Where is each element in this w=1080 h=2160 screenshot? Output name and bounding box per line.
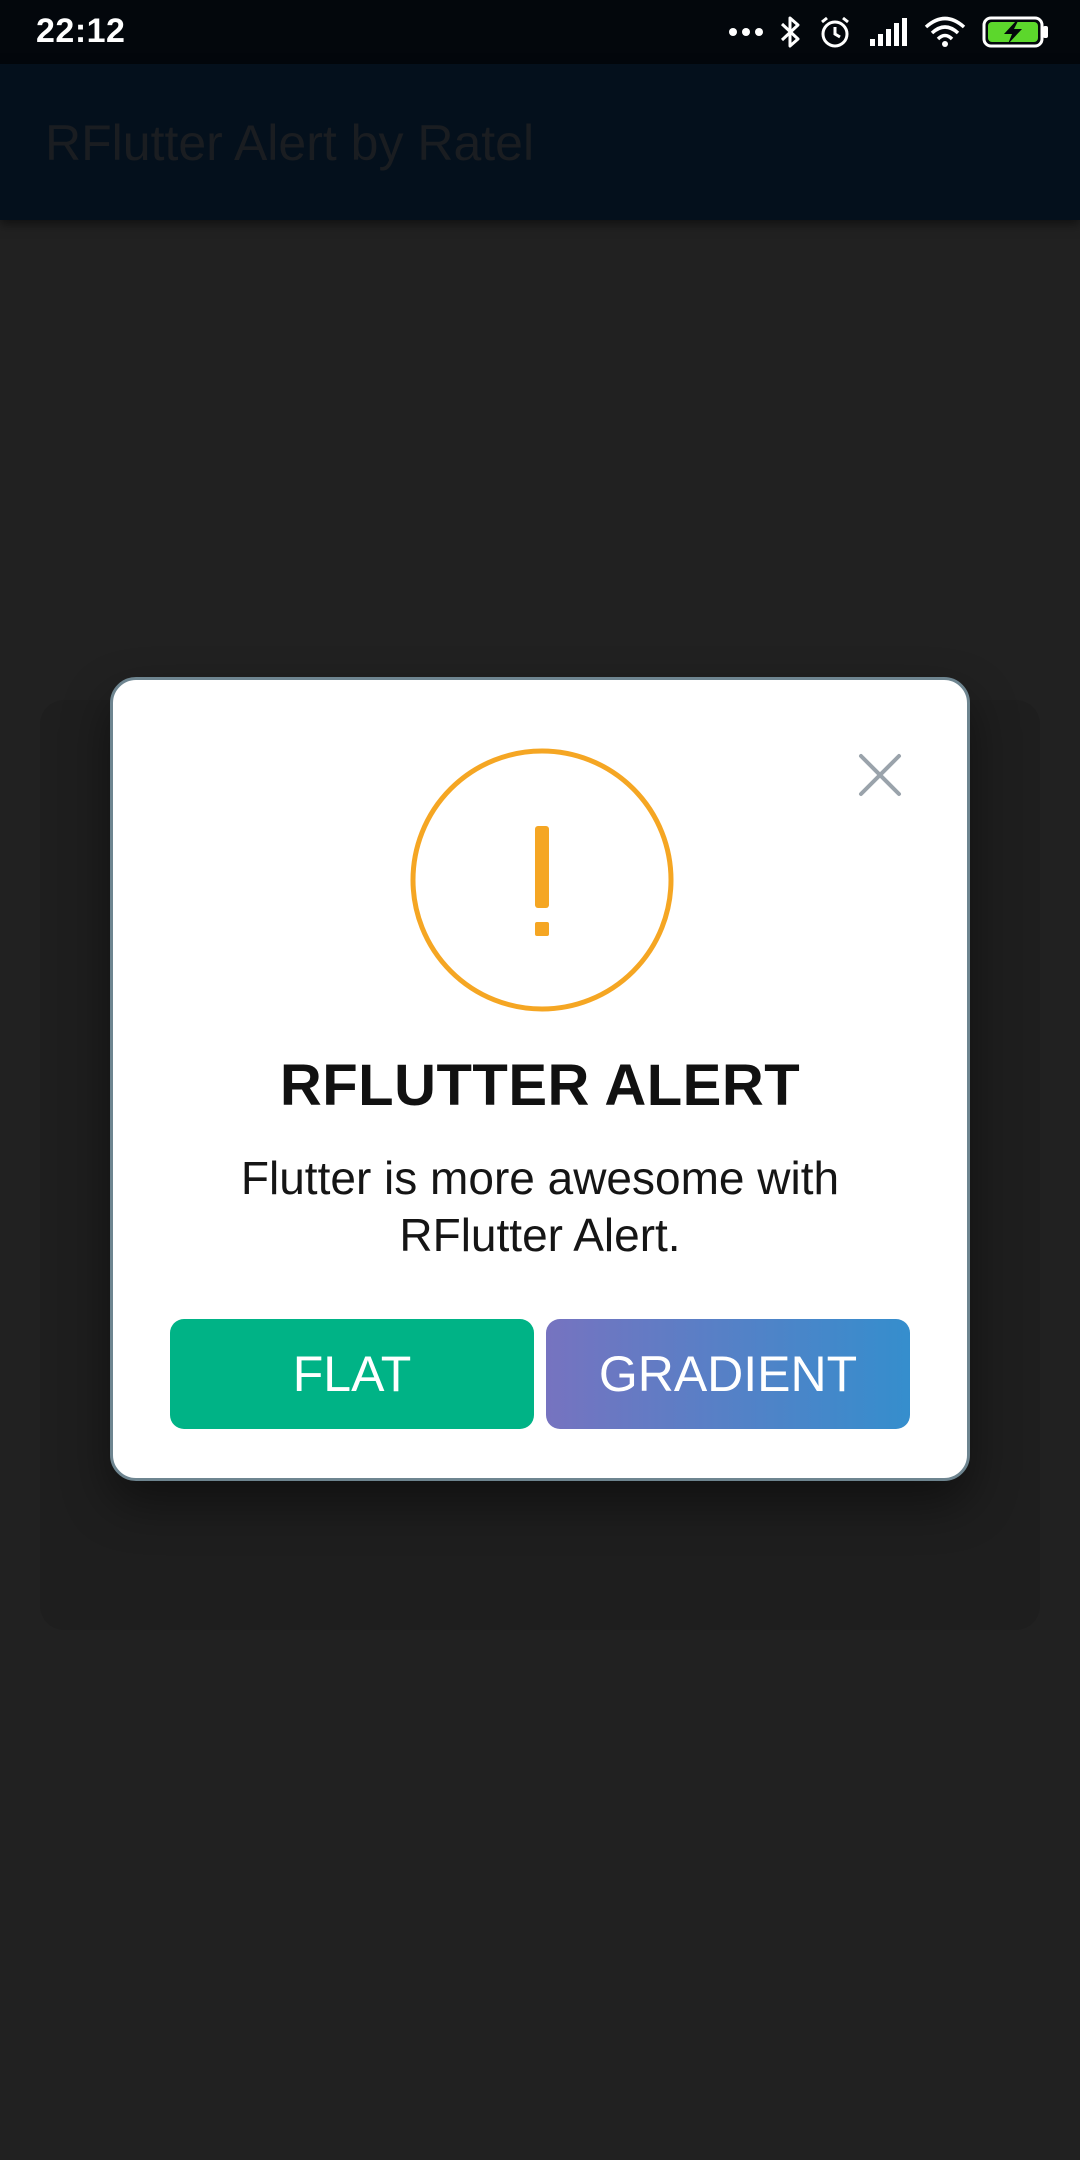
dialog-title: RFLUTTER ALERT [279,1053,801,1118]
app-title: RFlutter Alert by Ratel [45,115,535,171]
alarm-icon [818,15,852,49]
status-icons [728,12,1050,52]
warning-icon [408,746,676,1014]
status-time: 22:12 [36,12,126,50]
flat-button-label: FLAT [292,1346,412,1402]
gradient-button-label: GRADIENT [598,1346,858,1402]
battery-charging-icon [982,16,1050,48]
dialog-description: Flutter is more awesome with RFlutter Al… [240,1152,840,1261]
alert-dialog: RFLUTTER ALERT Flutter is more awesome w… [110,677,970,1481]
close-icon[interactable] [855,750,905,800]
status-bar: 22:12 [0,0,1080,64]
gradient-button[interactable]: GRADIENT [546,1319,910,1429]
wifi-icon [924,16,966,48]
app-bar: RFlutter Alert by Ratel [0,64,1080,220]
flat-button[interactable]: FLAT [170,1319,534,1429]
signal-icon [868,17,908,47]
bluetooth-icon [780,15,802,49]
more-dots-icon [728,27,764,37]
